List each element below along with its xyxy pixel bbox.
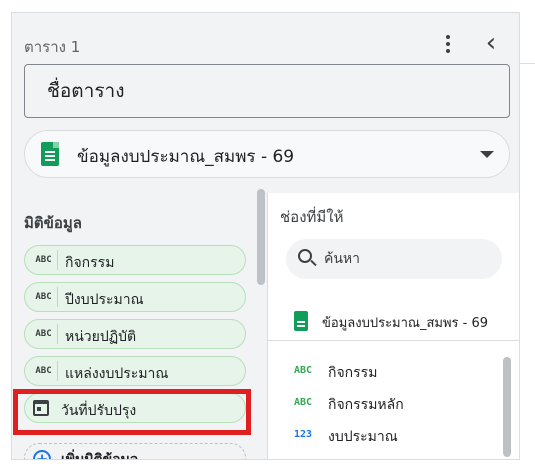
chevron-left-icon[interactable]: ‹ [480, 29, 502, 57]
add-circle-icon: + [33, 450, 51, 459]
field-item[interactable]: ABC กิจกรรม [268, 357, 498, 387]
fields-data-source-label: ข้อมูลงบประมาณ_สมพร - 69 [322, 316, 489, 331]
text-type-icon: ABC [30, 361, 58, 381]
dimension-label: กิจกรรม [65, 255, 115, 271]
text-type-icon: ABC [294, 397, 313, 408]
fields-data-source-row: ข้อมูลงบประมาณ_สมพร - 69 [268, 301, 519, 341]
header-divider-right [520, 63, 535, 64]
dimension-chip[interactable]: ABC ปีงบประมาณ [24, 282, 246, 312]
dimension-label: ปีงบประมาณ [65, 292, 144, 308]
caret-down-icon [480, 151, 494, 158]
dimension-label: แหล่งงบประมาณ [65, 366, 169, 382]
table-name-placeholder: ชื่อตาราง [47, 80, 125, 102]
text-type-icon: ABC [30, 250, 58, 270]
field-name: กิจกรรมหลัก [328, 397, 404, 413]
dimensions-title: มิติข้อมูล [24, 214, 82, 232]
text-type-icon: ABC [30, 324, 58, 344]
field-search-box[interactable] [286, 239, 502, 279]
data-source-label: ข้อมูลงบประมาณ_สมพร - 69 [77, 147, 295, 167]
field-item[interactable]: 123 งบประมาณ [268, 421, 498, 451]
dimension-chip[interactable]: ABC แหล่งงบประมาณ [24, 356, 246, 386]
table-name-field[interactable]: ชื่อตาราง [24, 64, 510, 118]
dimension-label: หน่วยปฏิบัติ [65, 329, 137, 345]
add-dimension-label: เพิ่มมิติข้อมูล [61, 452, 139, 460]
fields-scrollbar-thumb[interactable] [503, 357, 511, 457]
google-sheets-icon [41, 142, 59, 166]
google-sheets-icon [294, 311, 308, 331]
text-type-icon: ABC [30, 287, 58, 307]
highlight-box [13, 389, 251, 435]
number-type-icon: 123 [294, 429, 313, 440]
panel-title: ตาราง 1 [24, 38, 81, 56]
data-source-select[interactable]: ข้อมูลงบประมาณ_สมพร - 69 [24, 130, 510, 178]
field-name: งบประมาณ [328, 429, 398, 445]
dimensions-scrollbar-thumb[interactable] [257, 189, 265, 285]
more-options-icon[interactable] [438, 31, 458, 57]
search-icon [298, 249, 312, 263]
search-input[interactable] [324, 248, 494, 270]
add-dimension-button[interactable]: + เพิ่มมิติข้อมูล [24, 443, 246, 460]
dimension-chip[interactable]: ABC หน่วยปฏิบัติ [24, 319, 246, 349]
dimension-chip[interactable]: ABC กิจกรรม [24, 245, 246, 275]
available-fields-title: ช่องที่มีให้ [280, 208, 344, 226]
available-fields-panel: ช่องที่มีให้ ข้อมูลงบประมาณ_สมพร - 69 AB… [267, 193, 519, 459]
field-name: กิจกรรม [328, 365, 378, 381]
text-type-icon: ABC [294, 365, 313, 376]
field-item[interactable]: ABC กิจกรรมหลัก [268, 389, 498, 419]
